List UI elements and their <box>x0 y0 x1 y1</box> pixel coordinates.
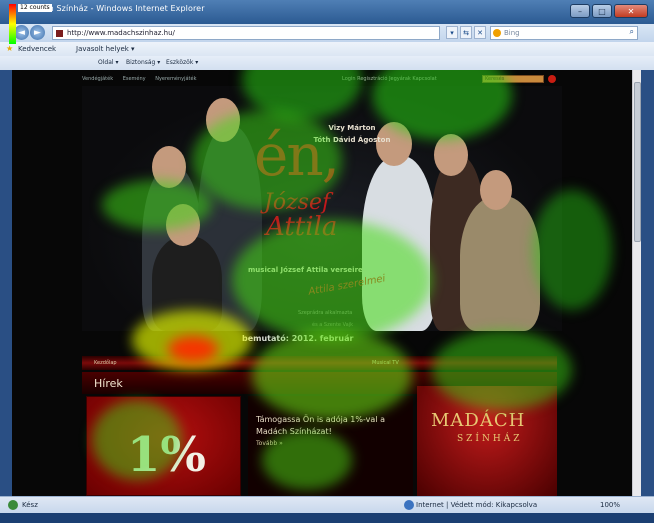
top-menu: Vendégjáték Esemény Nyereményjáték <box>82 76 204 82</box>
site-favicon-icon <box>56 30 63 37</box>
news-text: Támogassa Ön is adója 1%-val a Madách Sz… <box>256 415 385 436</box>
url-input[interactable]: http://www.madachszinhaz.hu/ <box>52 26 440 40</box>
security-zone[interactable]: Internet | Védett mód: Kikapcsolva <box>416 501 537 509</box>
heatmap-color-scale <box>9 4 16 44</box>
address-dropdown-icon[interactable]: ▾ <box>446 26 458 39</box>
refresh-icon[interactable]: ⇆ <box>460 26 472 39</box>
bing-logo-icon <box>493 29 501 37</box>
cast-head <box>206 98 240 142</box>
percent-label: 1% <box>127 427 207 483</box>
show-title-attila: Attila <box>266 212 338 242</box>
hero-banner[interactable]: Vizy Márton Tóth Dávid Ágoston én, Józse… <box>82 86 562 331</box>
page-search-go-button[interactable] <box>548 75 556 83</box>
news-heading: Hírek <box>94 377 123 390</box>
zoom-level[interactable]: 100% <box>600 501 620 509</box>
nav-item-musical-tv[interactable]: Musical TV <box>372 360 399 366</box>
scrollbar-thumb[interactable] <box>634 82 641 242</box>
cast-figure <box>362 156 436 331</box>
nav-item-home[interactable]: Kezdőlap <box>94 360 117 366</box>
suggested-sites-button[interactable]: Javasolt helyek ▾ <box>76 45 135 53</box>
url-text: http://www.madachszinhaz.hu/ <box>67 29 175 37</box>
window-frame-left <box>0 70 12 496</box>
tax-donation-banner[interactable]: 1% <box>86 396 241 496</box>
read-more-link[interactable]: Tovább » <box>256 440 283 447</box>
cast-head <box>480 170 512 210</box>
window-controls: – □ ✕ <box>570 4 648 18</box>
window-frame-bottom <box>0 513 654 523</box>
top-menu-item[interactable]: Nyereményjáték <box>155 76 196 82</box>
premiere-date: bemutató: 2012. február <box>242 334 354 343</box>
heatmap-legend-label: 12 counts <box>18 4 52 12</box>
cast-head <box>152 146 186 188</box>
show-credit: és a Szente Vajk <box>312 322 353 328</box>
logo-madach: MADÁCH <box>431 410 526 431</box>
top-menu-item[interactable]: Vendégjáték <box>82 76 113 82</box>
window-titlebar: Madách Színház - Windows Internet Explor… <box>0 0 654 24</box>
show-credit: Szeprádra alkalmazta <box>298 310 353 316</box>
page-search-input[interactable]: Keresés <box>482 75 544 83</box>
minimize-button[interactable]: – <box>570 4 590 18</box>
heatmap-legend: 12 counts <box>9 4 52 44</box>
account-links[interactable]: Login Regisztráció Jegyárak Kapcsolat <box>342 76 437 82</box>
main-navigation: Kezdőlap Musical TV <box>82 356 557 370</box>
safety-menu[interactable]: Biztonság ▾ <box>126 59 160 66</box>
page-menu[interactable]: Oldal ▾ <box>98 59 118 66</box>
stop-icon[interactable]: ✕ <box>474 26 486 39</box>
tools-menu[interactable]: Eszközök ▾ <box>166 59 198 66</box>
address-bar: ◄ ► http://www.madachszinhaz.hu/ ▾ ⇆ ✕ B… <box>0 24 654 42</box>
cast-figure <box>152 236 222 331</box>
internet-zone-icon <box>404 500 414 510</box>
address-actions: ▾ ⇆ ✕ <box>446 26 486 39</box>
window-frame-right <box>641 70 654 496</box>
close-button[interactable]: ✕ <box>614 4 648 18</box>
favorites-star-icon[interactable]: ★ <box>6 44 13 53</box>
favorites-button[interactable]: Kedvencek <box>18 45 56 53</box>
favorites-bar: ★ Kedvencek Javasolt helyek ▾ <box>0 42 654 56</box>
vertical-scrollbar[interactable] <box>632 70 641 496</box>
search-input[interactable]: Bing ⌕ <box>490 26 638 40</box>
maximize-button[interactable]: □ <box>592 4 612 18</box>
command-bar: Oldal ▾ Biztonság ▾ Eszközök ▾ <box>0 56 654 70</box>
search-icon[interactable]: ⌕ <box>630 27 634 37</box>
news-item: Támogassa Ön is adója 1%-val a Madách Sz… <box>248 396 413 496</box>
cast-figure <box>460 196 540 331</box>
show-subtitle: musical József Attila verseire <box>248 266 363 274</box>
status-text: Kész <box>22 501 38 509</box>
status-bar: Kész Internet | Védett mód: Kikapcsolva … <box>0 496 654 513</box>
logo-szinhaz: SZÍNHÁZ <box>457 434 523 444</box>
done-icon <box>8 500 18 510</box>
theatre-logo-banner[interactable]: MADÁCH SZÍNHÁZ <box>417 386 557 496</box>
show-title-en: én, <box>254 121 340 189</box>
page-viewport: Vendégjáték Esemény Nyereményjáték Login… <box>12 70 632 496</box>
cast-head <box>434 134 468 176</box>
cast-head <box>166 204 200 246</box>
search-placeholder: Bing <box>504 29 520 37</box>
top-menu-item[interactable]: Esemény <box>123 76 146 82</box>
